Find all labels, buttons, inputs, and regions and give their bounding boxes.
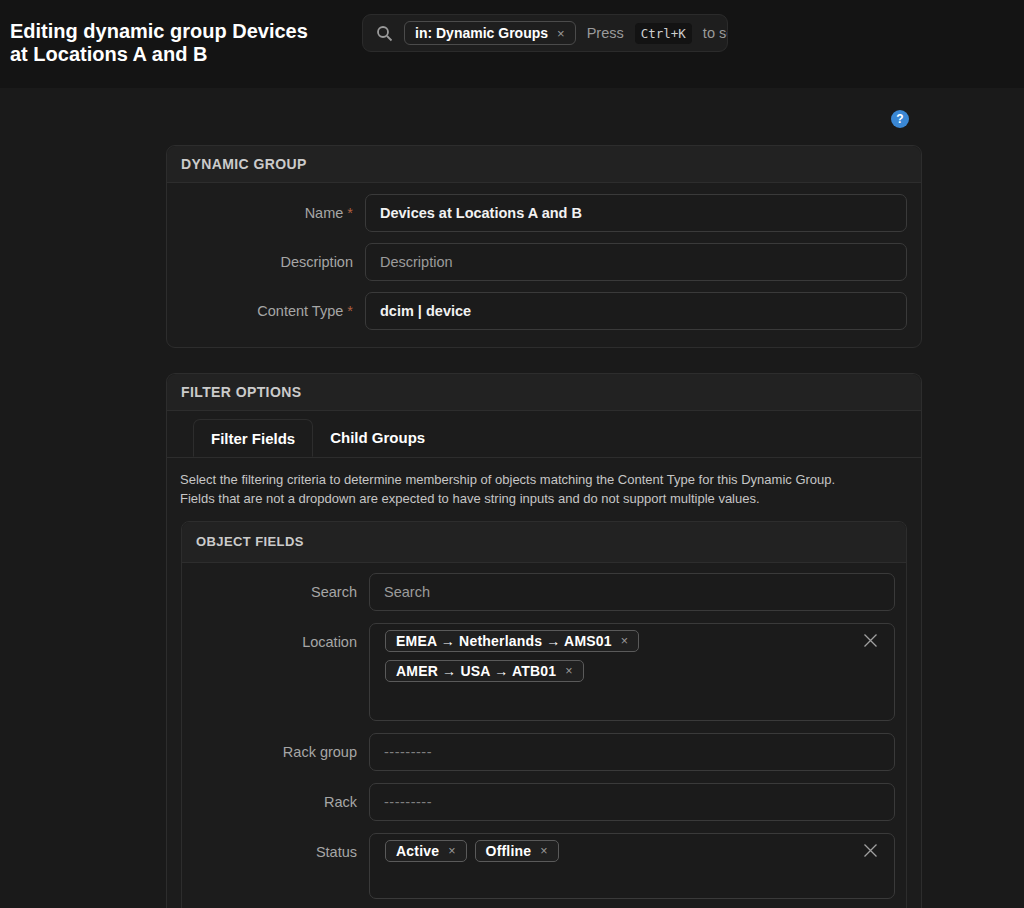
shortcut-hint-press: Press — [587, 25, 624, 41]
remove-chip-icon[interactable]: × — [448, 842, 455, 860]
object-fields-panel-title: OBJECT FIELDS — [182, 522, 906, 563]
remove-chip-icon[interactable]: × — [540, 842, 547, 860]
filter-options-panel-title: FILTER OPTIONS — [167, 374, 921, 411]
global-search[interactable]: in: Dynamic Groups × Press Ctrl+K to se — [362, 14, 728, 52]
status-chip[interactable]: Active× — [385, 840, 467, 862]
location-field-row: Location EMEA → Netherlands → AMS01× AME… — [193, 623, 895, 721]
remove-chip-icon[interactable]: × — [621, 632, 628, 650]
tab-filter-fields[interactable]: Filter Fields — [193, 419, 313, 457]
help-icon[interactable]: ? — [891, 110, 909, 128]
status-label: Status — [193, 833, 369, 871]
rack-select[interactable] — [369, 783, 895, 821]
remove-scope-icon[interactable]: × — [557, 26, 565, 41]
name-field-row: Name * — [181, 194, 907, 232]
search-scope-label: in: Dynamic Groups — [415, 25, 548, 41]
object-search-input[interactable] — [369, 573, 895, 611]
required-marker: * — [347, 303, 353, 319]
description-label: Description — [181, 243, 365, 281]
search-label: Search — [193, 573, 369, 611]
status-chip[interactable]: Offline× — [475, 840, 559, 862]
location-label: Location — [193, 623, 369, 661]
location-chip[interactable]: EMEA → Netherlands → AMS01× — [385, 630, 639, 652]
rack-field-row: Rack — [193, 783, 895, 821]
dynamic-group-panel: DYNAMIC GROUP Name * Description Content… — [166, 145, 922, 348]
top-header: Editing dynamic group Devices at Locatio… — [0, 0, 1024, 88]
clear-location-icon[interactable] — [863, 633, 878, 648]
required-marker: * — [347, 205, 353, 221]
search-scope-tag[interactable]: in: Dynamic Groups × — [404, 21, 576, 45]
content-type-field-row: Content Type * — [181, 292, 907, 330]
filter-options-panel: FILTER OPTIONS Filter Fields Child Group… — [166, 373, 922, 908]
filter-tabs: Filter Fields Child Groups — [167, 411, 921, 458]
status-multiselect[interactable]: Active× Offline× — [369, 833, 895, 899]
location-chip[interactable]: AMER → USA → ATB01× — [385, 660, 584, 682]
name-input[interactable] — [365, 194, 907, 232]
rack-group-field-row: Rack group — [193, 733, 895, 771]
filter-help-text: Select the filtering criteria to determi… — [180, 470, 855, 508]
description-field-row: Description — [181, 243, 907, 281]
shortcut-key: Ctrl+K — [635, 23, 692, 44]
rack-label: Rack — [193, 783, 369, 821]
clear-status-icon[interactable] — [863, 843, 878, 858]
search-icon — [376, 25, 393, 42]
location-multiselect[interactable]: EMEA → Netherlands → AMS01× AMER → USA →… — [369, 623, 895, 721]
status-field-row: Status Active× Offline× — [193, 833, 895, 899]
description-input[interactable] — [365, 243, 907, 281]
search-field-row: Search — [193, 573, 895, 611]
object-fields-panel: OBJECT FIELDS Search Location EMEA → Net… — [181, 521, 907, 908]
content-type-label: Content Type * — [181, 292, 365, 330]
main-content: ? DYNAMIC GROUP Name * Description Conte… — [0, 88, 1024, 908]
rack-group-select[interactable] — [369, 733, 895, 771]
tab-child-groups[interactable]: Child Groups — [313, 419, 442, 457]
rack-group-label: Rack group — [193, 733, 369, 771]
shortcut-hint-suffix: to se — [703, 25, 728, 41]
page-title: Editing dynamic group Devices at Locatio… — [10, 20, 320, 66]
name-label: Name * — [181, 194, 365, 232]
dynamic-group-panel-title: DYNAMIC GROUP — [167, 146, 921, 183]
content-type-input[interactable] — [365, 292, 907, 330]
remove-chip-icon[interactable]: × — [565, 662, 572, 680]
